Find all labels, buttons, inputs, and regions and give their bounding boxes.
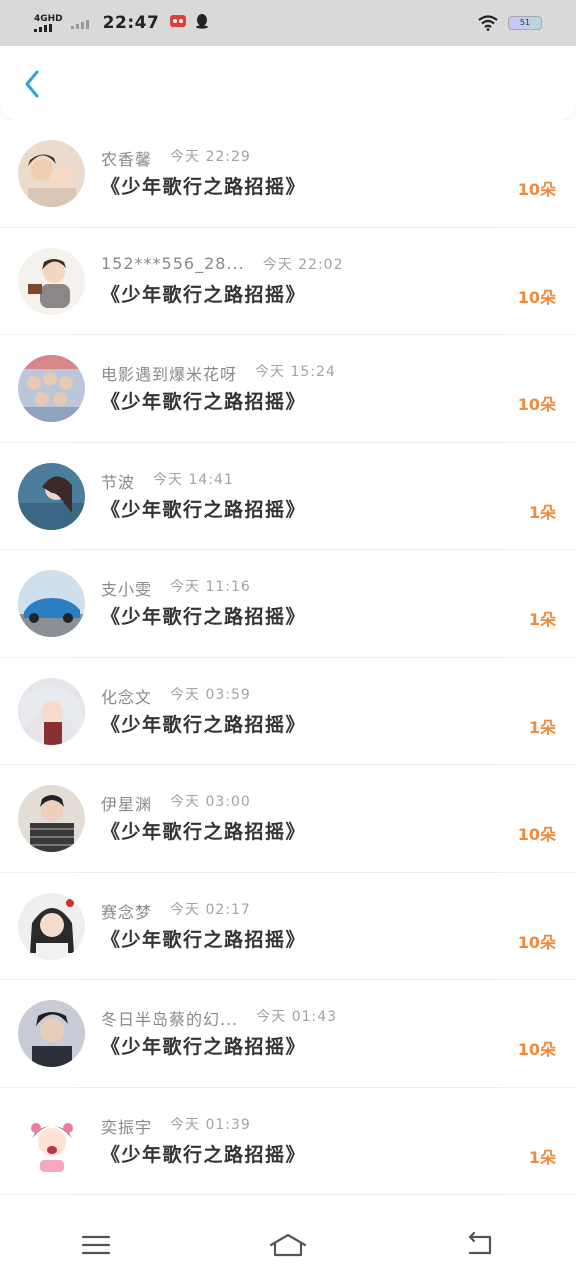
timestamp: 今天 02:17 [170,901,251,918]
flower-count: 10朵 [517,825,556,844]
timestamp: 今天 22:29 [170,149,251,165]
navigation-bar [0,1210,576,1280]
name-line: 冬日半岛蔡的幻... 今天 01:43 [101,1006,337,1030]
status-left: 4GHD 22:47 [34,13,209,33]
back-icon [468,1231,492,1255]
name-line: 支小雯 今天 11:16 [101,576,251,600]
list-item[interactable]: 农香馨 今天 22:29 《少年歌行之路招摇》 10朵 [0,120,576,228]
list-item[interactable]: 152***556_28... 今天 22:02 《少年歌行之路招摇》 10朵 [0,227,576,335]
song-title: 《少年歌行之路招摇》 [101,821,307,843]
timestamp: 今天 01:39 [170,1116,251,1133]
avatar[interactable] [18,677,85,745]
chevron-left-icon [25,70,39,98]
user-name: 电影遇到爆米花呀 [101,365,238,384]
signal-icon [34,23,52,32]
signal-2-icon [70,17,89,29]
flower-count: 1朵 [528,1147,556,1167]
user-name: 支小雯 [101,580,153,599]
avatar[interactable] [18,140,85,207]
list-item[interactable]: 赛念梦 今天 02:17 《少年歌行之路招摇》 10朵 [0,872,576,980]
user-name: 伊星渊 [101,795,153,814]
song-title: 《少年歌行之路招摇》 [101,606,307,628]
back-button[interactable] [14,66,50,102]
list-item[interactable]: 奕振宇 今天 01:39 《少年歌行之路招摇》 1朵 [0,1087,576,1195]
song-title: 《少年歌行之路招摇》 [101,391,307,413]
user-name: 农香馨 [101,150,153,169]
divider [76,1194,500,1195]
name-line: 电影遇到爆米花呀 今天 15:24 [101,361,336,385]
list-item[interactable]: 支小雯 今天 11:16 《少年歌行之路招摇》 1朵 [0,550,576,658]
clock: 22:47 [102,13,160,33]
user-name: 赛念梦 [101,902,153,922]
list-item[interactable]: 节波 今天 14:41 《少年歌行之路招摇》 1朵 [0,442,576,550]
song-title: 《少年歌行之路招摇》 [101,498,307,521]
name-line: 节波 今天 14:41 [101,469,234,493]
header [0,46,576,120]
network-type: 4GHD [34,13,63,24]
qq-icon [195,13,209,33]
user-name: 152***556_28... [101,253,245,273]
wifi-icon [478,15,498,31]
avatar[interactable] [18,892,85,960]
user-name: 节波 [101,472,136,492]
avatar[interactable] [18,1000,85,1067]
song-title: 《少年歌行之路招摇》 [101,1143,307,1166]
gift-list: 农香馨 今天 22:29 《少年歌行之路招摇》 10朵 152***556_28… [0,120,576,1195]
timestamp: 今天 01:43 [256,1009,338,1025]
flower-count: 1朵 [528,610,556,629]
list-item[interactable]: 冬日半岛蔡的幻... 今天 01:43 《少年歌行之路招摇》 10朵 [0,980,576,1088]
return-button[interactable] [450,1225,510,1265]
name-line: 化念文 今天 03:59 [101,684,251,708]
menu-icon [81,1235,111,1255]
battery-icon: 51 [508,16,542,30]
flower-count: 10朵 [517,932,556,952]
timestamp: 今天 03:59 [170,686,251,703]
flower-count: 1朵 [528,717,556,737]
timestamp: 今天 15:24 [255,364,336,380]
song-title: 《少年歌行之路招摇》 [101,176,307,198]
list-item[interactable]: 伊星渊 今天 03:00 《少年歌行之路招摇》 10朵 [0,765,576,873]
timestamp: 今天 11:16 [170,579,251,595]
song-title: 《少年歌行之路招摇》 [101,713,307,736]
timestamp: 今天 03:00 [170,794,251,810]
timestamp: 今天 22:02 [262,256,344,273]
name-line: 伊星渊 今天 03:00 [101,791,251,815]
name-line: 农香馨 今天 22:29 [101,146,251,170]
flower-count: 10朵 [517,1040,556,1059]
flower-count: 10朵 [517,287,556,307]
name-line: 赛念梦 今天 02:17 [101,899,251,923]
avatar[interactable] [18,247,85,315]
flower-count: 10朵 [517,180,556,199]
user-name: 化念文 [101,687,153,707]
avatar[interactable] [18,462,85,530]
timestamp: 今天 14:41 [153,471,234,488]
list-item[interactable]: 化念文 今天 03:59 《少年歌行之路招摇》 1朵 [0,657,576,765]
song-title: 《少年歌行之路招摇》 [101,283,307,306]
app-notification-icon [169,13,187,33]
status-bar: 4GHD 22:47 51 [0,0,576,46]
song-title: 《少年歌行之路招摇》 [101,1036,307,1058]
flower-count: 1朵 [528,502,556,522]
avatar[interactable] [18,570,85,637]
status-right: 51 [478,15,542,31]
avatar[interactable] [18,1107,85,1175]
home-icon [269,1233,307,1257]
menu-button[interactable] [66,1225,126,1265]
user-name: 奕振宇 [101,1117,153,1137]
network-indicator: 4GHD [34,13,63,32]
user-name: 冬日半岛蔡的幻... [101,1010,239,1029]
avatar[interactable] [18,355,85,422]
name-line: 奕振宇 今天 01:39 [101,1114,251,1138]
list-item[interactable]: 电影遇到爆米花呀 今天 15:24 《少年歌行之路招摇》 10朵 [0,335,576,443]
avatar[interactable] [18,785,85,852]
home-button[interactable] [258,1225,318,1265]
song-title: 《少年歌行之路招摇》 [101,928,307,951]
name-line: 152***556_28... 今天 22:02 [101,254,344,274]
flower-count: 10朵 [517,395,556,414]
